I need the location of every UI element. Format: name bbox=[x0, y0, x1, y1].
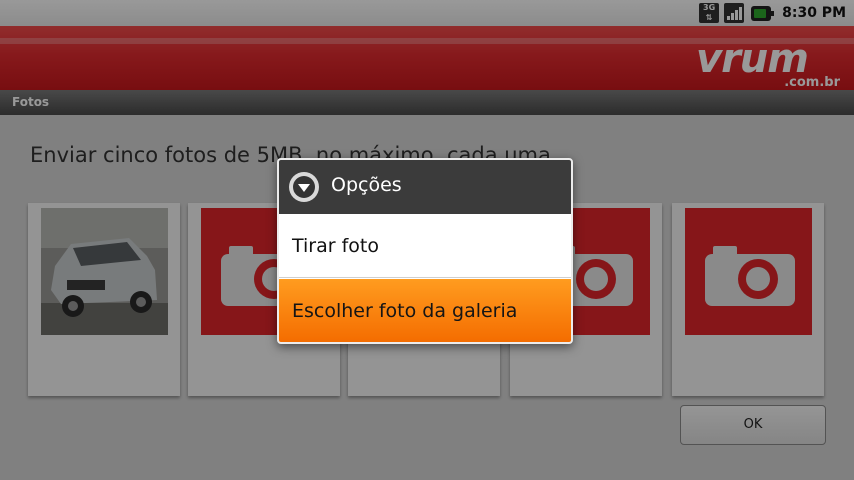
choose-from-gallery-option[interactable]: Escolher foto da galeria bbox=[279, 279, 571, 342]
dialog-header: Opções bbox=[279, 160, 571, 214]
take-photo-option[interactable]: Tirar foto bbox=[279, 214, 571, 278]
options-dialog: Opções Tirar foto Escolher foto da galer… bbox=[277, 158, 573, 344]
dropdown-arrow-icon bbox=[289, 172, 319, 202]
dialog-title: Opções bbox=[331, 174, 402, 196]
